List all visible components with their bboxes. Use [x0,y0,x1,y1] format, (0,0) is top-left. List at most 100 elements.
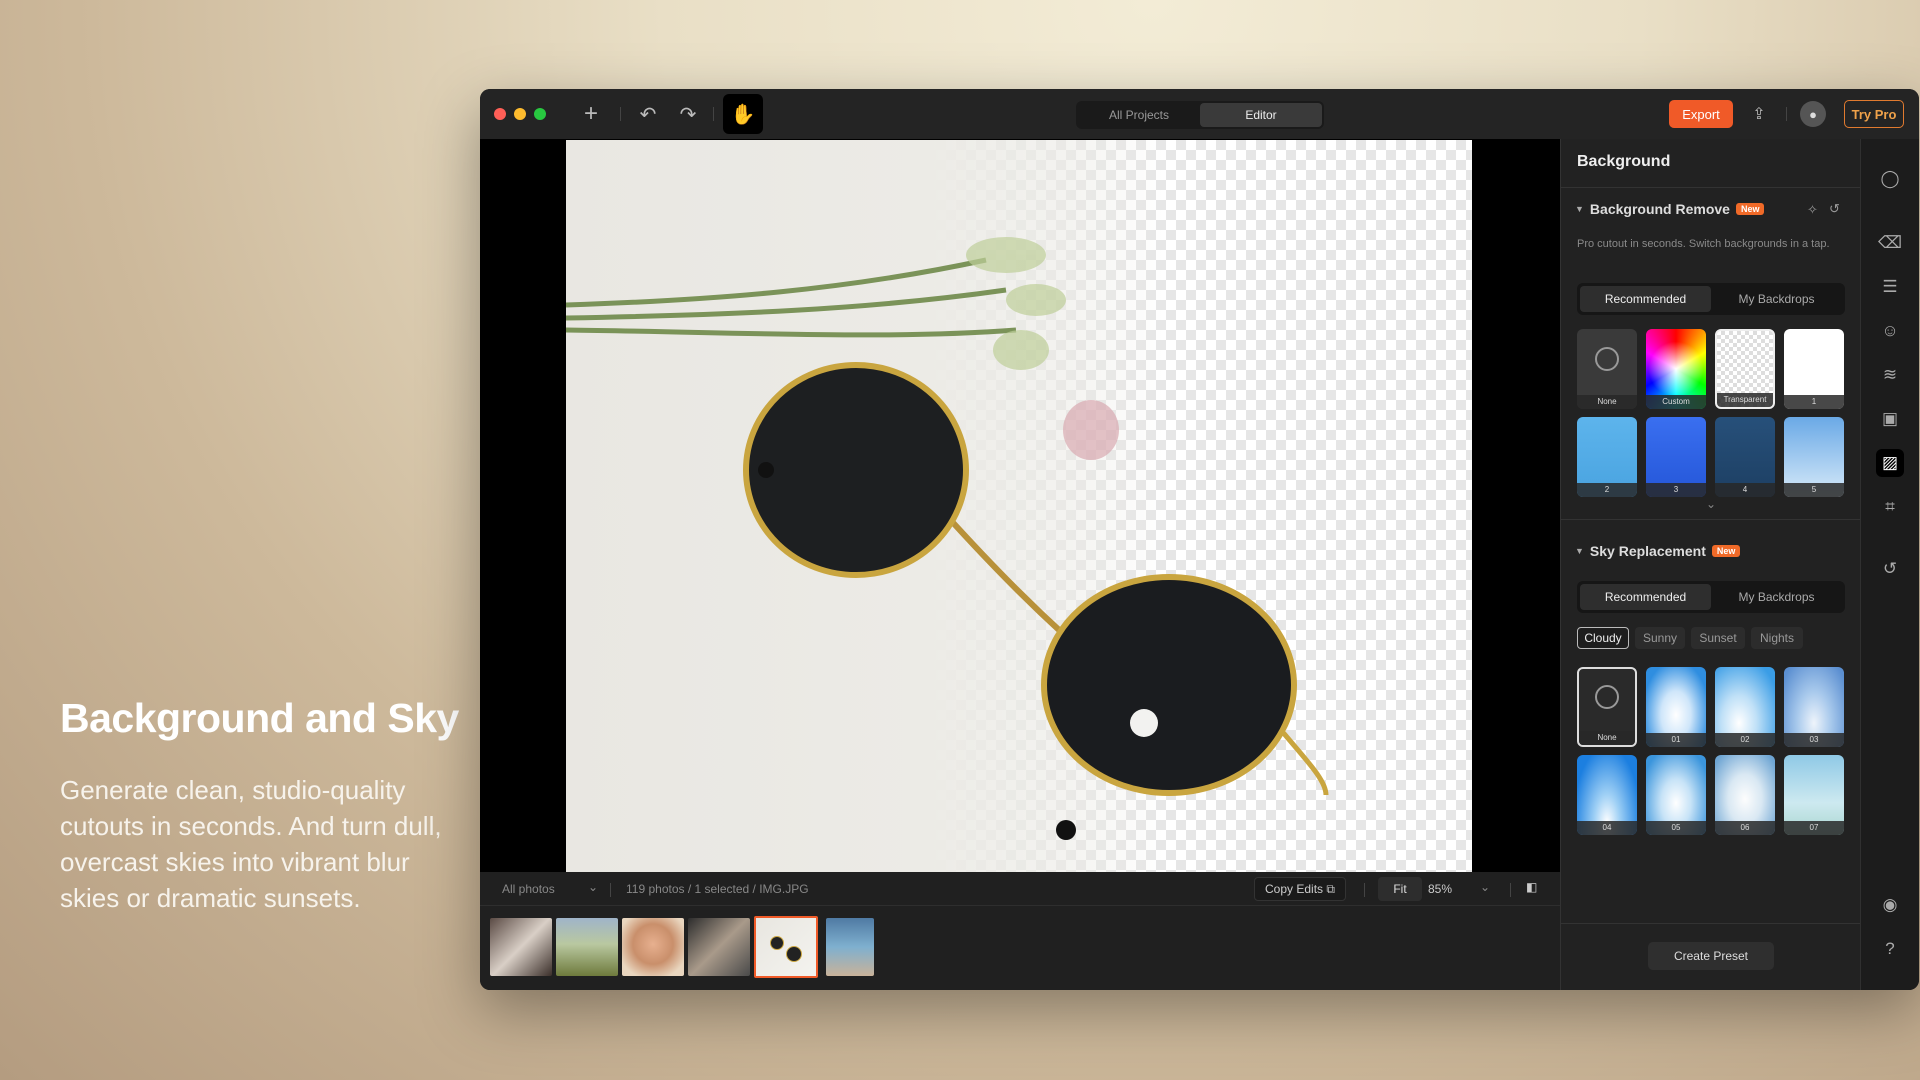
swatch-label: None [1579,731,1635,745]
zoom-window-button[interactable] [534,108,546,120]
chip-cloudy[interactable]: Cloudy [1577,627,1629,649]
swatch-1[interactable]: 1 [1784,329,1844,409]
canvas-area[interactable] [480,139,1560,872]
filmstrip-bar: All photos ⌄ 119 photos / 1 selected / I… [480,872,1560,990]
redo-icon[interactable]: ↷ [673,99,703,129]
tool-rail: ◯ ⌫ ☰ ☺ ≋ ▣ ▨ ⌗ ↺ ◉ ? [1860,139,1919,990]
sky-tabs: Recommended My Backdrops [1577,581,1845,613]
divider [1561,519,1860,520]
chip-sunset[interactable]: Sunset [1691,627,1745,649]
background-tool-icon[interactable]: ▨ [1876,449,1904,477]
section-title: Background Remove [1589,201,1730,217]
caret-down-icon: ▼ [1575,204,1584,214]
discord-icon[interactable]: ◉ [1876,891,1904,919]
face-retouch-icon[interactable]: ☺ [1876,317,1904,345]
copy-edits-button[interactable]: Copy Edits ⧉ [1254,877,1346,901]
new-badge: New [1711,545,1741,557]
filmstrip-toolbar: All photos ⌄ 119 photos / 1 selected / I… [480,872,1560,906]
swatch-2[interactable]: 2 [1577,417,1637,497]
swatch-none[interactable]: None [1577,329,1637,409]
crop-icon[interactable]: ⌗ [1876,493,1904,521]
sky-swatch-01[interactable]: 01 [1646,667,1706,747]
sky-swatch-06[interactable]: 06 [1715,755,1775,835]
film-thumbnail[interactable] [688,918,750,976]
sky-swatch-07[interactable]: 07 [1784,755,1844,835]
try-pro-button[interactable]: Try Pro [1844,100,1904,128]
chevron-down-icon[interactable]: ⌄ [1480,880,1490,894]
hero: Background and Sky Generate clean, studi… [60,695,470,916]
swatch-custom[interactable]: Custom [1646,329,1706,409]
sky-swatch-05[interactable]: 05 [1646,755,1706,835]
app-window: + ↶ ↷ ✋ All Projects Editor Export ⇪ ● T… [480,89,1919,990]
close-window-button[interactable] [494,108,506,120]
adjust-circle-icon[interactable]: ◯ [1876,165,1904,193]
swatch-label: 07 [1784,821,1844,835]
add-icon[interactable]: + [576,99,606,129]
selection-status: 119 photos / 1 selected / IMG.JPG [626,882,809,896]
section-description: Pro cutout in seconds. Switch background… [1577,238,1830,250]
divider [610,883,611,897]
compare-icon[interactable]: ◧ [1526,880,1537,894]
reset-icon[interactable]: ↺ [1829,201,1840,217]
hand-tool-icon[interactable]: ✋ [723,94,763,134]
undo-icon[interactable]: ↶ [633,99,663,129]
help-icon[interactable]: ? [1876,935,1904,963]
zoom-select[interactable]: 85% [1428,882,1452,896]
section-background-remove[interactable]: ▼ Background Remove New [1575,201,1765,217]
swatch-5[interactable]: 5 [1784,417,1844,497]
chip-sunny[interactable]: Sunny [1635,627,1685,649]
fit-button[interactable]: Fit [1378,877,1422,901]
avatar[interactable]: ● [1800,101,1826,127]
chevron-down-icon[interactable]: ⌄ [588,880,598,894]
swatch-3[interactable]: 3 [1646,417,1706,497]
photo-canvas[interactable] [566,140,1472,872]
export-button[interactable]: Export [1669,100,1733,128]
tab-my-backdrops[interactable]: My Backdrops [1711,286,1842,312]
divider [1364,883,1365,897]
sunglasses-image [566,237,1329,840]
swatch-label: 1 [1784,395,1844,409]
tab-recommended[interactable]: Recommended [1580,584,1711,610]
film-thumbnail[interactable] [490,918,552,976]
eraser-icon[interactable]: ⌫ [1876,229,1904,257]
chip-nights[interactable]: Nights [1751,627,1803,649]
create-preset-button[interactable]: Create Preset [1648,942,1774,970]
swatch-label: Transparent [1717,393,1773,407]
sky-swatch-02[interactable]: 02 [1715,667,1775,747]
image-edit-icon[interactable]: ▣ [1876,405,1904,433]
film-thumbnail[interactable] [622,918,684,976]
expand-chevron-icon[interactable]: ⌄ [1706,497,1716,511]
layers-icon[interactable]: ≋ [1876,361,1904,389]
film-thumbnail-selected[interactable] [754,916,818,978]
swatch-transparent[interactable]: Transparent [1715,329,1775,409]
none-icon [1595,685,1619,709]
magic-wand-icon[interactable]: ✧ [1807,202,1818,218]
film-thumbnail[interactable] [556,918,618,976]
view-switcher: All Projects Editor [1076,101,1324,129]
swatch-4[interactable]: 4 [1715,417,1775,497]
background-panel: Background ▼ Background Remove New ✧ ↺ P… [1560,139,1860,990]
album-select[interactable]: All photos [502,882,555,896]
sliders-icon[interactable]: ☰ [1876,273,1904,301]
film-thumbnail[interactable] [826,918,874,976]
history-icon[interactable]: ↺ [1876,555,1904,583]
tab-editor[interactable]: Editor [1200,103,1322,127]
new-badge: New [1735,203,1765,215]
caret-down-icon: ▼ [1575,546,1584,556]
backdrop-tabs: Recommended My Backdrops [1577,283,1845,315]
tab-all-projects[interactable]: All Projects [1078,103,1200,127]
divider [620,107,621,121]
divider [1510,883,1511,897]
share-icon[interactable]: ⇪ [1744,99,1774,129]
minimize-window-button[interactable] [514,108,526,120]
tab-my-backdrops[interactable]: My Backdrops [1711,584,1842,610]
swatch-label: 3 [1646,483,1706,497]
tab-recommended[interactable]: Recommended [1580,286,1711,312]
sky-swatch-04[interactable]: 04 [1577,755,1637,835]
none-icon [1595,347,1619,371]
swatch-label: 03 [1784,733,1844,747]
sky-swatch-none[interactable]: None [1577,667,1637,747]
hero-title: Background and Sky [60,695,459,741]
section-sky-replacement[interactable]: ▼ Sky Replacement New [1575,543,1741,559]
sky-swatch-03[interactable]: 03 [1784,667,1844,747]
